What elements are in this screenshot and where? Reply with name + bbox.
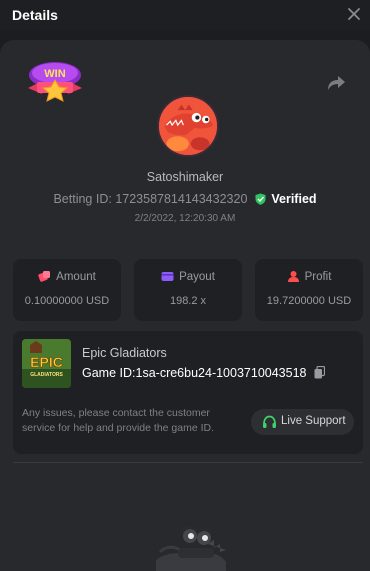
game-name: Epic Gladiators	[82, 346, 167, 360]
game-thumbnail[interactable]: EPIC GLADIATORS	[22, 339, 71, 388]
close-icon[interactable]	[346, 6, 362, 22]
betting-id-label: Betting ID:	[53, 192, 112, 206]
live-support-button[interactable]: Live Support	[251, 409, 354, 435]
stat-profit-label: Profit	[304, 271, 332, 283]
details-panel: WIN Satoshimaker Betting ID: 17235878141…	[0, 40, 370, 571]
dice-icon	[38, 271, 51, 282]
headset-icon	[263, 415, 276, 428]
stat-payout-label: Payout	[179, 271, 215, 283]
game-thumb-title: EPIC	[30, 354, 63, 370]
modal-header: Details	[0, 0, 370, 30]
win-badge-icon: WIN	[28, 62, 82, 102]
stat-amount-value: 0.10000000 USD	[24, 295, 110, 307]
wallet-icon	[161, 272, 174, 281]
stat-profit-value: 19.7200000 USD	[266, 295, 352, 307]
copy-icon[interactable]	[314, 366, 325, 379]
game-id-row: Game ID:1sa-cre6bu24-1003710043518	[82, 366, 325, 380]
betting-id-value: 1723587814143432320	[115, 192, 248, 206]
stat-amount-label: Amount	[56, 271, 96, 283]
betting-id-row: Betting ID: 1723587814143432320 Verified	[0, 192, 370, 206]
win-badge-text: WIN	[44, 68, 65, 80]
stat-amount: Amount 0.10000000 USD	[13, 259, 121, 321]
stat-payout-value: 198.2 x	[169, 295, 207, 307]
stat-profit: Profit 19.7200000 USD	[255, 259, 363, 321]
verified-shield-icon	[255, 193, 266, 205]
stats-row: Amount 0.10000000 USD Payout 198.2 x Pro…	[13, 259, 363, 321]
game-card: EPIC GLADIATORS Epic Gladiators Game ID:…	[13, 331, 363, 454]
user-coin-icon	[287, 271, 299, 282]
game-thumb-subtitle: GLADIATORS	[30, 372, 63, 378]
modal-title: Details	[12, 7, 58, 23]
live-support-label: Live Support	[281, 415, 346, 427]
stat-payout: Payout 198.2 x	[134, 259, 242, 321]
crocodile-avatar-icon	[159, 97, 217, 155]
support-message: Any issues, please contact the customer …	[22, 407, 215, 434]
share-icon[interactable]	[326, 74, 346, 92]
crocodile-mascot-icon	[156, 526, 226, 571]
divider	[13, 462, 363, 463]
verified-label: Verified	[271, 192, 317, 206]
game-id-label: Game ID:	[82, 366, 136, 380]
avatar	[157, 95, 219, 157]
username: Satoshimaker	[146, 170, 224, 184]
game-id-value: 1sa-cre6bu24-1003710043518	[135, 366, 307, 380]
bet-date: 2/2/2022, 12:20:30 AM	[134, 213, 236, 224]
